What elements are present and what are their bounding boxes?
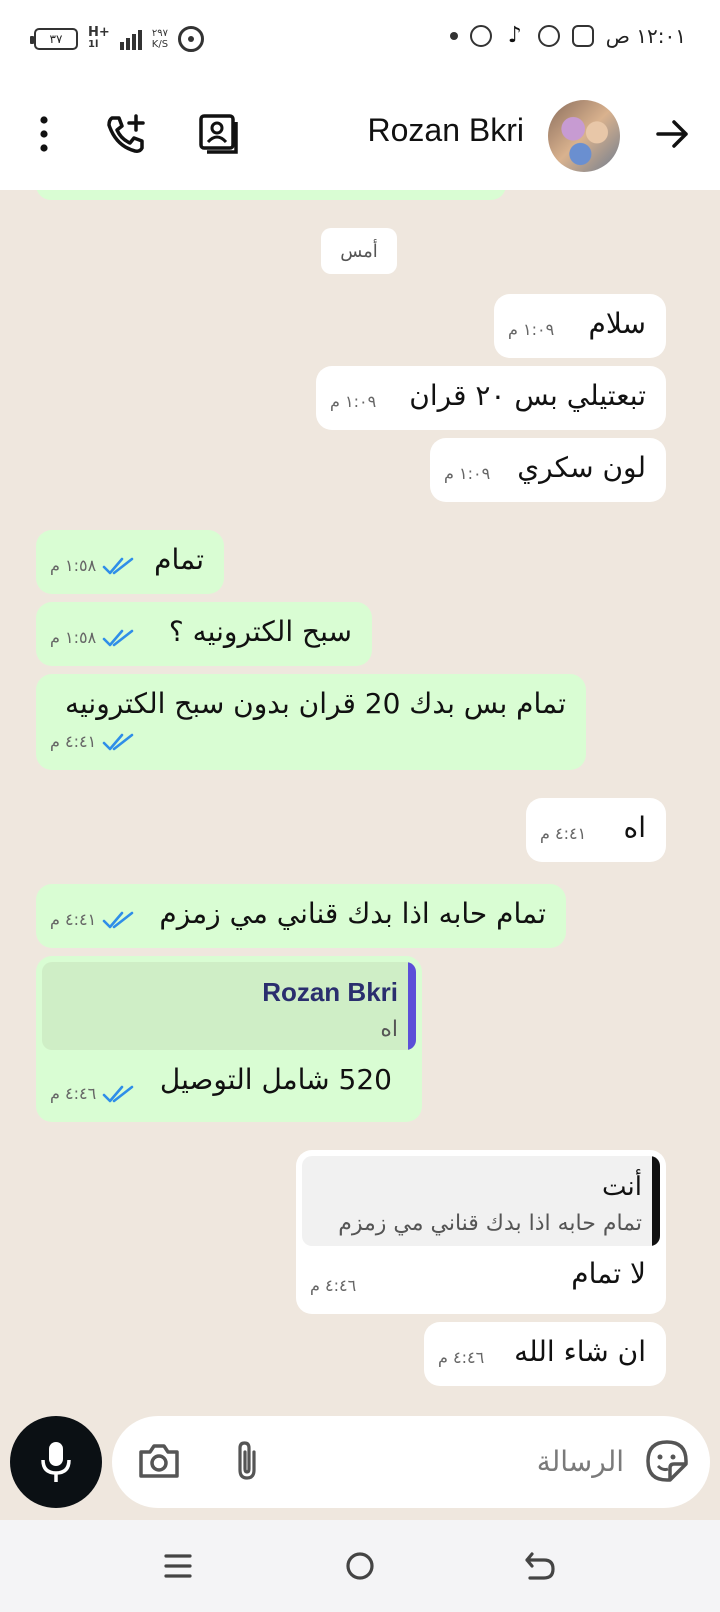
instagram-icon — [571, 25, 594, 47]
quote-text: تمام حابه اذا بدك قناني مي زمزم — [338, 1211, 642, 1236]
status-bar: ٣٧ H+ 1l ٢٩٧ K/S ♪ ١٢:٠١ ص — [0, 0, 720, 82]
battery-icon: ٣٧ — [30, 28, 78, 50]
mic-button[interactable] — [10, 1416, 102, 1508]
message-text: 520 شامل التوصيل — [159, 1063, 392, 1096]
quote-bar — [408, 962, 416, 1050]
speed-indicator: ٢٩٧ K/S — [152, 28, 168, 50]
message-text: تمام بس بدك 20 قران بدون سبح الكترونيه — [64, 687, 566, 720]
quote-author: أنت — [602, 1171, 642, 1201]
message-time: ٤:٤٦ م — [438, 1340, 484, 1376]
quoted-message[interactable]: أنت تمام حابه اذا بدك قناني مي زمزم — [302, 1156, 660, 1246]
back-nav-icon[interactable] — [520, 1546, 560, 1586]
contact-card-icon[interactable] — [196, 112, 240, 156]
notification-dot-icon — [449, 32, 458, 40]
composer — [0, 1412, 720, 1520]
speed-value: ٢٩٧ — [151, 28, 168, 39]
time-label: ١:٠٩ م — [508, 320, 555, 339]
message-time: ١:٠٩ م — [508, 312, 554, 348]
network-type: H+ 1l — [88, 25, 110, 51]
message-time: ٤:٤٦ م — [310, 1268, 356, 1304]
message-bubble-incoming[interactable]: اه ٤:٤١ م — [526, 798, 666, 862]
time-label: ١:٠٩ م — [330, 392, 377, 411]
message-text: لا تمام — [571, 1257, 646, 1290]
mic-icon — [41, 1442, 71, 1482]
message-bubble-outgoing[interactable]: تمام بس بدك 20 قران بدون سبح الكترونيه ٤… — [36, 674, 586, 770]
signal-icon — [119, 28, 142, 50]
quoted-message[interactable]: Rozan Bkri اه — [42, 962, 416, 1050]
time-label: ٤:٤٦ م — [310, 1276, 357, 1295]
sticker-icon[interactable] — [644, 1438, 690, 1484]
message-bubble-incoming[interactable]: لون سكري ١:٠٩ م — [430, 438, 666, 502]
message-input[interactable] — [324, 1438, 624, 1484]
message-time: ١:٥٨ م — [50, 620, 136, 656]
time-label: ٤:٤٦ م — [50, 1084, 97, 1103]
quote-author: Rozan Bkri — [262, 977, 398, 1007]
message-bubble-incoming[interactable]: تبعتيلي بس ٢٠ قران ١:٠٩ م — [316, 366, 666, 430]
network-sub: 1l — [88, 39, 99, 50]
message-bubble-incoming[interactable]: سلام ١:٠٩ م — [494, 294, 666, 358]
chat-area: أمس سلام ١:٠٩ م تبعتيلي بس ٢٠ قران ١:٠٩ … — [0, 190, 720, 1412]
status-right: ♪ ١٢:٠١ ص — [449, 23, 686, 48]
camera-icon[interactable] — [136, 1438, 182, 1484]
time-label: ٤:٤١ م — [50, 732, 97, 751]
read-ticks-icon — [102, 1085, 134, 1103]
time-label: ٤:٤٦ م — [438, 1348, 485, 1367]
time-label: ٤:٤١ م — [540, 824, 587, 843]
quote-bar — [652, 1156, 660, 1246]
avatar[interactable] — [548, 100, 620, 172]
message-text: تبعتيلي بس ٢٠ قران — [409, 379, 646, 412]
message-bubble-partial[interactable] — [36, 190, 506, 200]
message-time: ١:٠٩ م — [330, 384, 376, 420]
message-bubble-outgoing[interactable]: تمام حابه اذا بدك قناني مي زمزم ٤:٤١ م — [36, 884, 566, 948]
message-box — [112, 1416, 710, 1508]
recents-icon[interactable] — [158, 1546, 198, 1586]
read-ticks-icon — [102, 911, 134, 929]
contact-name[interactable]: Rozan Bkri — [368, 112, 525, 149]
status-left: ٣٧ H+ 1l ٢٩٧ K/S — [30, 25, 205, 52]
snapchat-icon — [537, 25, 560, 47]
youtube-icon — [469, 25, 492, 47]
back-arrow-icon[interactable] — [652, 114, 692, 154]
add-call-icon[interactable] — [104, 112, 148, 156]
read-ticks-icon — [102, 629, 134, 647]
message-time: ٤:٤١ م — [540, 816, 586, 852]
tiktok-icon: ♪ — [507, 23, 522, 48]
message-bubble-outgoing[interactable]: سبح الكترونيه ؟ ١:٥٨ م — [36, 602, 372, 666]
network-label: H+ — [88, 25, 110, 40]
message-bubble-incoming[interactable]: ان شاء الله ٤:٤٦ م — [424, 1322, 666, 1386]
chat-header: Rozan Bkri — [0, 82, 720, 190]
message-bubble-incoming-reply[interactable]: أنت تمام حابه اذا بدك قناني مي زمزم لا ت… — [296, 1150, 666, 1314]
clock: ١٢:٠١ ص — [605, 24, 686, 48]
time-label: ١:٥٨ م — [50, 556, 97, 575]
read-ticks-icon — [102, 557, 134, 575]
more-options-icon[interactable] — [22, 112, 62, 156]
date-chip: أمس — [321, 228, 397, 274]
attach-icon[interactable] — [224, 1438, 270, 1484]
message-time: ١:٠٩ م — [444, 456, 490, 492]
message-bubble-outgoing-reply[interactable]: Rozan Bkri اه 520 شامل التوصيل ٤:٤٦ م — [36, 956, 422, 1122]
time-label: ٤:٤١ م — [50, 910, 97, 929]
quote-text: اه — [380, 1017, 398, 1042]
message-bubble-outgoing[interactable]: تمام ١:٥٨ م — [36, 530, 224, 594]
message-time: ٤:٤١ م — [50, 724, 136, 760]
hotspot-icon — [178, 26, 205, 52]
speed-unit: K/S — [151, 39, 169, 50]
time-label: ١:٠٩ م — [444, 464, 491, 483]
message-time: ١:٥٨ م — [50, 548, 136, 584]
read-ticks-icon — [102, 733, 134, 751]
system-nav-bar — [0, 1520, 720, 1612]
home-icon[interactable] — [340, 1546, 380, 1586]
message-time: ٤:٤١ م — [50, 902, 136, 938]
battery-level: ٣٧ — [49, 32, 63, 46]
time-label: ١:٥٨ م — [50, 628, 97, 647]
message-time: ٤:٤٦ م — [50, 1076, 136, 1112]
